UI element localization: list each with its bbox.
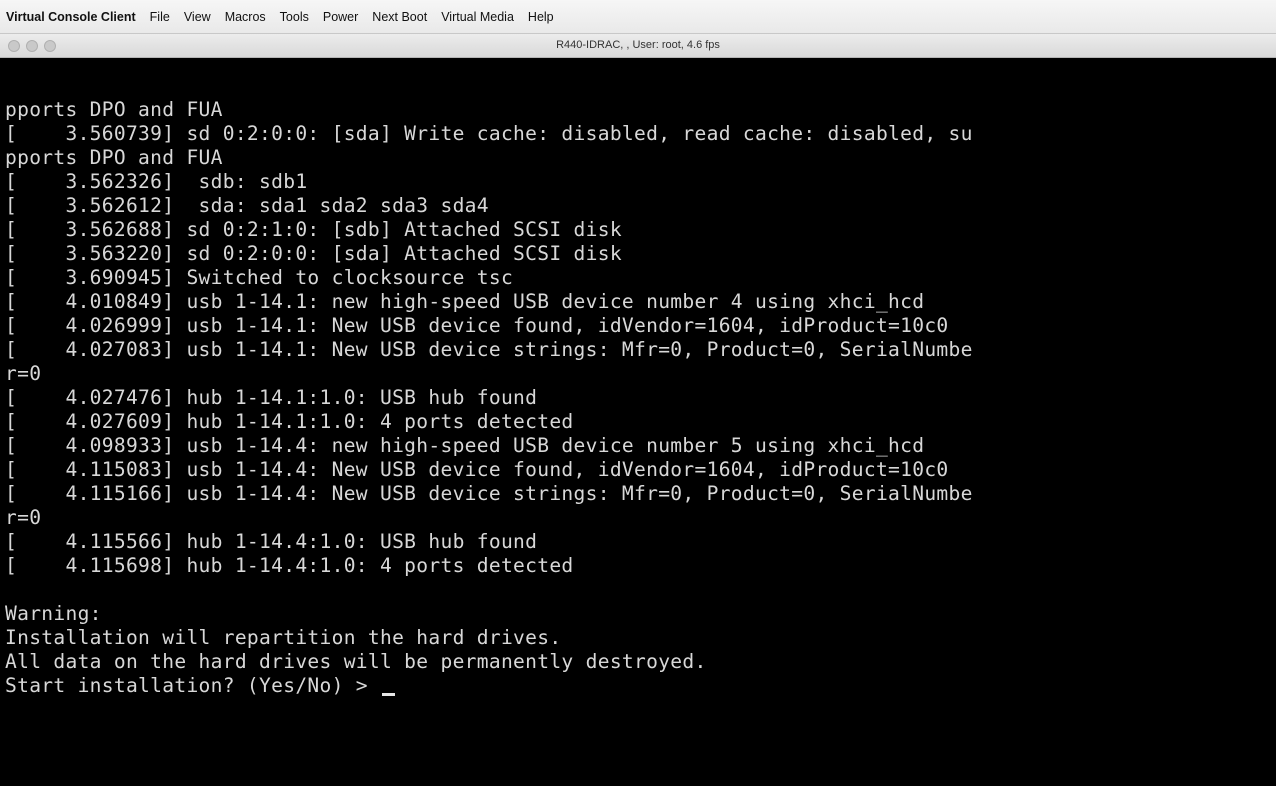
- menu-next-boot[interactable]: Next Boot: [372, 10, 427, 24]
- console-line: [ 4.115698] hub 1-14.4:1.0: 4 ports dete…: [5, 554, 574, 577]
- console-line: [ 3.562326] sdb: sdb1: [5, 170, 308, 193]
- console-line: [ 4.027476] hub 1-14.1:1.0: USB hub foun…: [5, 386, 538, 409]
- console-line: r=0: [5, 362, 42, 385]
- menu-power[interactable]: Power: [323, 10, 358, 24]
- console-line: [ 3.562612] sda: sda1 sda2 sda3 sda4: [5, 194, 489, 217]
- console-line: [ 4.027083] usb 1-14.1: New USB device s…: [5, 338, 973, 361]
- menu-virtual-media[interactable]: Virtual Media: [441, 10, 514, 24]
- console-line: Installation will repartition the hard d…: [5, 626, 562, 649]
- text-cursor: [382, 693, 395, 696]
- console-line: pports DPO and FUA: [5, 98, 223, 121]
- menu-view[interactable]: View: [184, 10, 211, 24]
- console-line: [ 3.560739] sd 0:2:0:0: [sda] Write cach…: [5, 122, 973, 145]
- console-output: pports DPO and FUA [ 3.560739] sd 0:2:0:…: [5, 98, 973, 698]
- menu-macros[interactable]: Macros: [225, 10, 266, 24]
- console-line: [ 3.563220] sd 0:2:0:0: [sda] Attached S…: [5, 242, 622, 265]
- console-line: [ 4.115166] usb 1-14.4: New USB device s…: [5, 482, 973, 505]
- console-line: [ 4.115566] hub 1-14.4:1.0: USB hub foun…: [5, 530, 538, 553]
- console-line: Warning:: [5, 602, 102, 625]
- window-titlebar[interactable]: R440-IDRAC, , User: root, 4.6 fps: [0, 34, 1276, 58]
- console-line: [ 4.098933] usb 1-14.4: new high-speed U…: [5, 434, 925, 457]
- console-line: [ 4.026999] usb 1-14.1: New USB device f…: [5, 314, 949, 337]
- menu-help[interactable]: Help: [528, 10, 554, 24]
- console-line: r=0: [5, 506, 42, 529]
- console-line: [ 4.027609] hub 1-14.1:1.0: 4 ports dete…: [5, 410, 574, 433]
- console-line: [ 3.562688] sd 0:2:1:0: [sdb] Attached S…: [5, 218, 622, 241]
- menu-file[interactable]: File: [150, 10, 170, 24]
- menu-app-name[interactable]: Virtual Console Client: [6, 10, 136, 24]
- console-screen[interactable]: pports DPO and FUA [ 3.560739] sd 0:2:0:…: [0, 58, 1276, 786]
- console-prompt: Start installation? (Yes/No) >: [5, 674, 380, 697]
- menu-bar: Virtual Console Client File View Macros …: [0, 0, 1276, 34]
- console-line: [ 3.690945] Switched to clocksource tsc: [5, 266, 514, 289]
- console-line: pports DPO and FUA: [5, 146, 223, 169]
- window-title: R440-IDRAC, , User: root, 4.6 fps: [556, 39, 720, 51]
- console-prompt-line[interactable]: Start installation? (Yes/No) >: [5, 674, 973, 698]
- menu-tools[interactable]: Tools: [280, 10, 309, 24]
- console-line: [ 4.115083] usb 1-14.4: New USB device f…: [5, 458, 949, 481]
- console-line: [ 4.010849] usb 1-14.1: new high-speed U…: [5, 290, 925, 313]
- console-line: All data on the hard drives will be perm…: [5, 650, 707, 673]
